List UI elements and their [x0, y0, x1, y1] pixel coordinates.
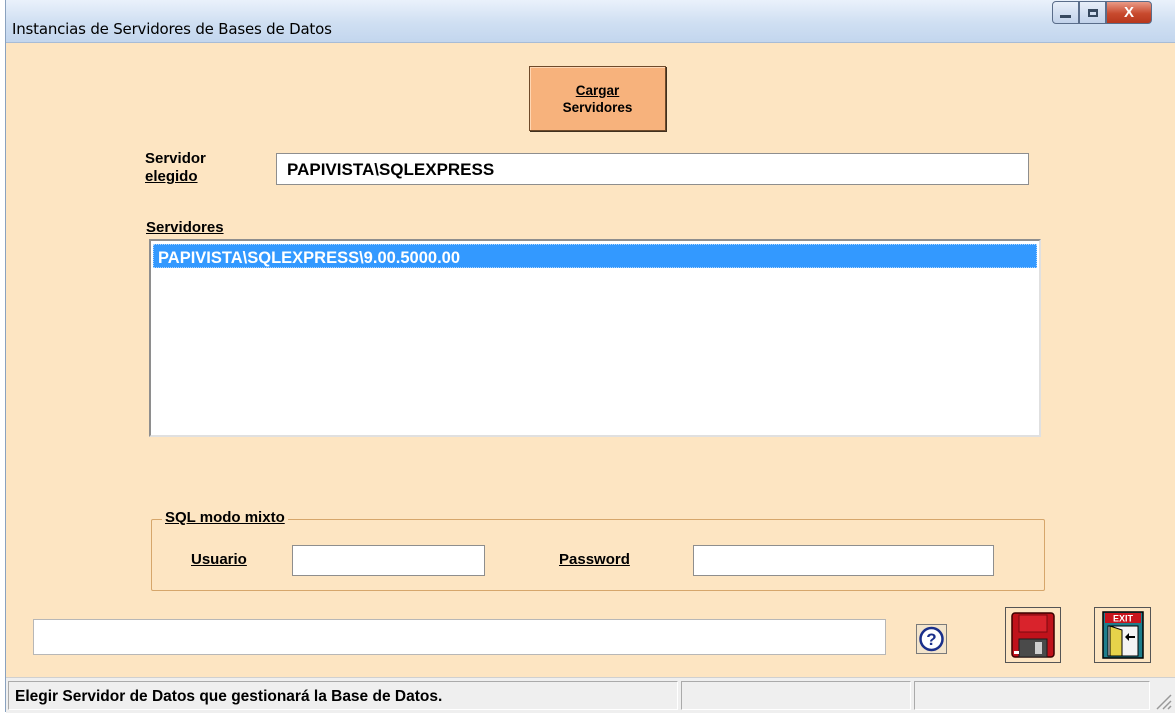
main-window: Instancias de Servidores de Bases de Dat…: [5, 0, 1175, 713]
load-servers-button[interactable]: Cargar Servidores: [529, 66, 666, 131]
close-button[interactable]: X: [1106, 1, 1152, 24]
window-title: Instancias de Servidores de Bases de Dat…: [12, 20, 332, 38]
load-servers-label-line2: Servidores: [562, 99, 633, 115]
svg-text:?: ?: [926, 630, 936, 649]
status-bar: Elegir Servidor de Datos que gestionará …: [6, 677, 1175, 713]
sql-mixed-mode-title: SQL modo mixto: [162, 509, 288, 526]
status-panel-3: [914, 681, 1150, 710]
load-servers-label-line1: Cargar: [575, 82, 620, 98]
save-button[interactable]: [1005, 607, 1061, 663]
resize-grip-icon[interactable]: [1154, 692, 1172, 710]
floppy-disk-icon: [1011, 612, 1055, 658]
user-field[interactable]: [292, 545, 485, 576]
servers-label: Servidores: [146, 219, 224, 236]
status-panel-main: Elegir Servidor de Datos que gestionará …: [8, 681, 678, 710]
help-button[interactable]: ?: [916, 624, 947, 654]
selected-server-label: Servidor elegido: [145, 150, 206, 186]
minimize-button[interactable]: [1052, 1, 1079, 24]
selected-server-label-line2: elegido: [145, 168, 198, 185]
user-label: Usuario: [191, 551, 247, 568]
close-icon: X: [1123, 4, 1134, 21]
status-panel-2: [681, 681, 911, 710]
svg-text:EXIT: EXIT: [1113, 614, 1134, 624]
minimize-icon: [1060, 14, 1071, 18]
status-text: Elegir Servidor de Datos que gestionará …: [15, 688, 443, 705]
password-label: Password: [559, 551, 630, 568]
exit-door-icon: EXIT: [1102, 611, 1144, 659]
maximize-button[interactable]: [1079, 1, 1106, 24]
maximize-icon: [1087, 8, 1098, 17]
caption-buttons: X: [1052, 1, 1152, 24]
help-icon: ?: [916, 624, 947, 654]
selected-server-label-line1: Servidor: [145, 150, 206, 167]
password-field[interactable]: [693, 545, 994, 576]
selected-server-field[interactable]: PAPIVISTA\SQLEXPRESS: [276, 153, 1029, 185]
title-bar[interactable]: Instancias de Servidores de Bases de Dat…: [6, 0, 1175, 43]
servers-listbox[interactable]: PAPIVISTA\SQLEXPRESS\9.00.5000.00: [149, 239, 1041, 437]
exit-button[interactable]: EXIT: [1094, 607, 1151, 663]
message-field[interactable]: [33, 619, 886, 655]
list-item[interactable]: PAPIVISTA\SQLEXPRESS\9.00.5000.00: [153, 244, 1037, 268]
